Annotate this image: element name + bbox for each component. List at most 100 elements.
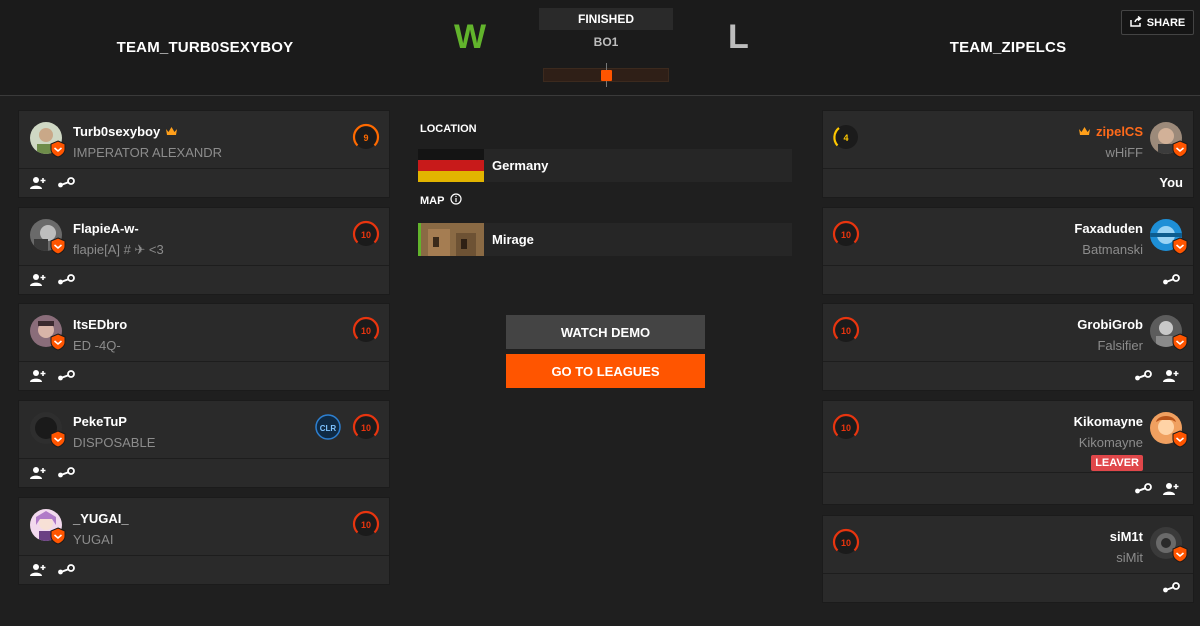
team-right-result: L [728,18,749,56]
shield-icon [1172,237,1188,255]
team-left-name[interactable]: TEAM_TURB0SEXYBOY [0,39,410,56]
player-display-name: Batmanski [1082,242,1143,257]
steam-icon[interactable] [56,174,76,192]
steam-icon[interactable] [1161,271,1181,289]
add-friend-icon[interactable] [28,561,48,579]
player-card: 10 GrobiGrob Falsifier [822,303,1194,391]
shield-icon [50,333,66,351]
player-nickname[interactable]: Faxaduden [1074,221,1143,236]
skill-level-icon: 9 [352,123,380,151]
player-nickname[interactable]: siM1t [1110,529,1143,544]
match-status: FINISHED [539,8,673,30]
svg-text:9: 9 [363,133,368,143]
location-heading: LOCATION [420,123,477,135]
team-right-name[interactable]: TEAM_ZIPELCS [808,39,1200,56]
player-card: 10 Faxaduden Batmanski [822,207,1194,295]
steam-icon[interactable] [56,367,76,385]
skill-level-icon: 10 [352,316,380,344]
location-row: Germany [418,149,792,182]
map-thumbnail [418,223,484,256]
svg-text:10: 10 [361,423,371,433]
player-card: 10 siM1t siMit [822,515,1194,603]
watch-demo-button[interactable]: WATCH DEMO [506,315,705,349]
match-format: BO1 [593,35,619,49]
germany-flag-icon [418,149,484,182]
player-display-name: Falsifier [1097,338,1143,353]
svg-text:10: 10 [361,326,371,336]
share-icon [1129,15,1142,30]
skill-level-icon: 10 [832,413,860,441]
svg-text:10: 10 [841,538,851,548]
shield-icon [50,430,66,448]
player-nickname[interactable]: Kikomayne [1074,414,1143,429]
player-card: PekeTuP DISPOSABLE CLR 10 [18,400,390,488]
svg-text:10: 10 [841,423,851,433]
player-display-name: DISPOSABLE [73,435,156,450]
steam-icon[interactable] [1133,367,1153,385]
svg-text:10: 10 [361,230,371,240]
svg-text:10: 10 [841,230,851,240]
player-nickname[interactable]: ItsEDbro [73,317,127,332]
map-value: Mirage [492,232,534,247]
player-nickname[interactable]: GrobiGrob [1077,317,1143,332]
player-card: 4 zipelCS wHiFF You [822,110,1194,198]
player-nickname[interactable]: zipelCS [1078,124,1143,139]
player-display-name: YUGAI [73,532,114,547]
player-card: ItsEDbro ED -4Q- 10 [18,303,390,391]
shield-icon [1172,545,1188,563]
add-friend-icon[interactable] [1161,367,1181,385]
steam-icon[interactable] [56,464,76,482]
steam-icon[interactable] [1161,579,1181,597]
leaver-badge: LEAVER [1091,455,1143,471]
player-card: FlapieA-w- flapie[A] # ✈ <3 10 [18,207,390,295]
player-nickname[interactable]: Turb0sexyboy [73,124,178,139]
svg-text:CLR: CLR [320,424,337,433]
shield-icon [50,140,66,158]
player-display-name: ED -4Q- [73,338,121,353]
skill-level-icon: 10 [352,220,380,248]
add-friend-icon[interactable] [28,174,48,192]
map-heading: MAP [420,193,463,208]
crown-icon [165,124,178,139]
player-nickname[interactable]: PekeTuP [73,414,127,429]
info-icon[interactable] [450,193,463,208]
shield-icon [50,527,66,545]
skill-level-icon: 10 [832,220,860,248]
add-friend-icon[interactable] [28,464,48,482]
share-label: SHARE [1146,16,1186,29]
go-to-leagues-button[interactable]: GO TO LEAGUES [506,354,705,388]
shield-icon [1172,140,1188,158]
player-nickname[interactable]: _YUGAI_ [73,511,129,526]
crown-icon [1078,124,1091,139]
shield-icon [1172,333,1188,351]
svg-text:4: 4 [843,133,848,143]
skill-level-icon: 10 [832,528,860,556]
share-button[interactable]: SHARE [1121,10,1194,35]
team-left-result: W [454,18,487,56]
steam-icon[interactable] [1133,480,1153,498]
skill-level-icon: 10 [832,316,860,344]
steam-icon[interactable] [56,271,76,289]
location-value: Germany [492,158,549,173]
skill-level-icon: 4 [832,123,860,151]
svg-text:10: 10 [361,520,371,530]
player-display-name: siMit [1116,550,1143,565]
team-badge-icon: CLR [315,414,341,440]
map-row: Mirage [418,223,792,256]
player-card: Turb0sexyboy IMPERATOR ALEXANDR 9 [18,110,390,198]
add-friend-icon[interactable] [28,271,48,289]
player-card: _YUGAI_ YUGAI 10 [18,497,390,585]
player-nickname[interactable]: FlapieA-w- [73,221,139,236]
steam-icon[interactable] [56,561,76,579]
player-display-name: flapie[A] # ✈ <3 [73,242,164,257]
svg-text:10: 10 [841,326,851,336]
match-header: TEAM_TURB0SEXYBOY W FINISHED BO1 L TEAM_… [0,0,1200,96]
player-display-name: wHiFF [1105,145,1143,160]
add-friend-icon[interactable] [28,367,48,385]
player-display-name: IMPERATOR ALEXANDR [73,145,223,160]
skill-level-icon: 10 [352,413,380,441]
player-display-name: Kikomayne [1078,435,1143,450]
you-label: You [1159,175,1183,190]
add-friend-icon[interactable] [1161,480,1181,498]
timeline-marker [601,70,612,81]
